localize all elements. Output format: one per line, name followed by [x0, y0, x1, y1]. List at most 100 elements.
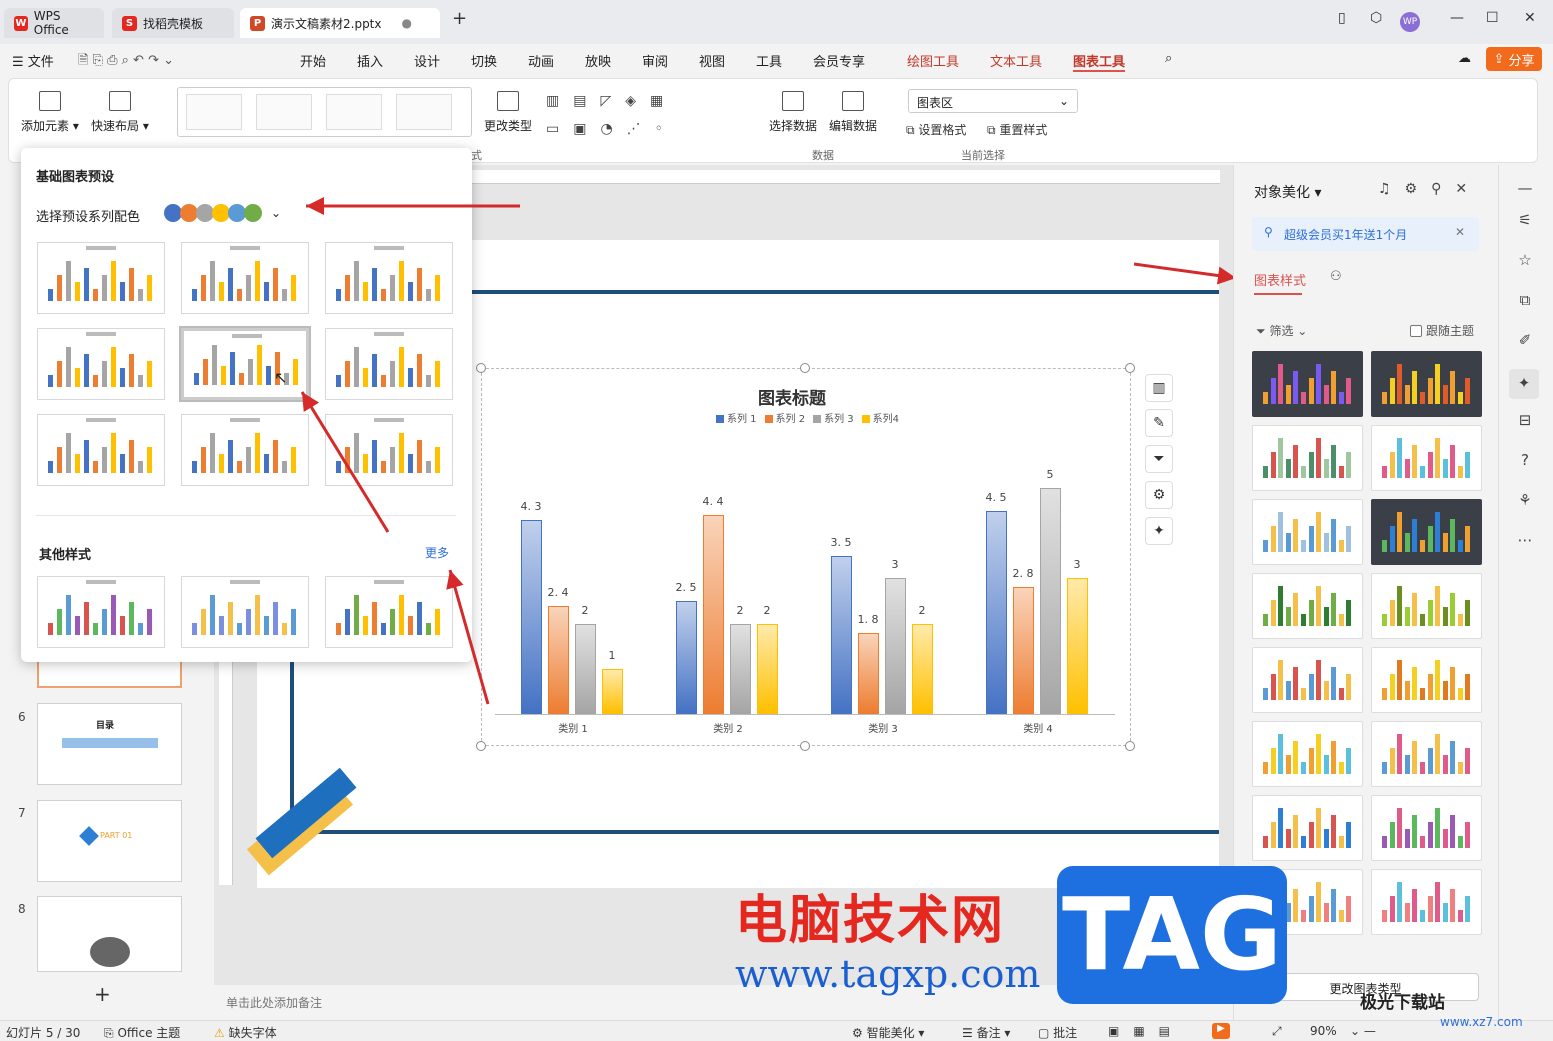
mini-bar — [1389, 822, 1395, 848]
chart-style-card[interactable] — [1371, 351, 1482, 417]
mini-bar — [1278, 586, 1284, 626]
collapse-icon[interactable]: — — [1515, 179, 1535, 199]
watermark-site-url: www.xz7.com — [1440, 1015, 1523, 1029]
mini-bar — [1278, 808, 1284, 848]
chart-style-card[interactable] — [1252, 499, 1363, 565]
close-icon[interactable]: ✕ — [1455, 225, 1465, 239]
chart-style-card[interactable] — [1252, 573, 1363, 639]
chart-style-card[interactable] — [1371, 573, 1482, 639]
mini-bar — [1465, 452, 1471, 478]
mini-bar — [1338, 688, 1344, 700]
mini-bar — [1435, 808, 1441, 848]
mini-bar — [1346, 452, 1352, 478]
mini-bar — [1397, 808, 1403, 848]
help-icon[interactable]: ? — [1515, 451, 1535, 471]
mini-bar — [1465, 600, 1471, 626]
mini-bar — [1412, 593, 1418, 626]
pane-title[interactable]: 对象美化 ▾ — [1254, 182, 1321, 202]
notes-placeholder[interactable]: 单击此处添加备注 — [226, 994, 322, 1011]
mini-bar — [1419, 762, 1425, 774]
mini-bar — [1450, 445, 1456, 478]
book-icon[interactable]: ⊟ — [1515, 411, 1535, 431]
mini-bar — [1270, 674, 1276, 700]
mini-bar — [1419, 910, 1425, 922]
mini-bar — [1331, 889, 1337, 922]
pane-header-icons[interactable]: ♫⚙⚲✕ — [1378, 181, 1481, 197]
notes-button[interactable]: ☰ 备注 ▾ — [962, 1024, 1010, 1041]
brush-icon[interactable]: ✐ — [1515, 331, 1535, 351]
missing-font-indicator[interactable]: ⚠ 缺失字体 — [214, 1024, 277, 1041]
mini-bar — [1404, 459, 1410, 478]
star-icon[interactable]: ☆ — [1515, 251, 1535, 271]
chart-style-card[interactable] — [1371, 869, 1482, 935]
chart-style-card[interactable] — [1371, 721, 1482, 787]
mini-bar — [1382, 540, 1387, 552]
chart-style-card[interactable] — [1252, 795, 1363, 861]
mini-bar — [1300, 762, 1306, 774]
filter-button[interactable]: ⏷ 筛选 ⌄ — [1256, 322, 1307, 339]
chart-style-card[interactable] — [1252, 351, 1363, 417]
mini-bar — [1457, 540, 1463, 552]
arrow-to-chart-style-tab — [1133, 262, 1237, 285]
member-promo-banner[interactable]: ⚲ 超级会员买1年送1个月 ✕ — [1252, 217, 1479, 251]
chart-style-card[interactable] — [1371, 425, 1482, 491]
watermark-tag-logo: TAG — [1057, 866, 1287, 1004]
mini-bar — [1338, 540, 1344, 552]
warning-icon: ⚠ — [214, 1026, 225, 1040]
chart-style-card[interactable] — [1252, 721, 1363, 787]
view-mode-icons[interactable]: ▣▦▤ — [1108, 1024, 1184, 1038]
adjust-icon[interactable]: ⚟ — [1515, 211, 1535, 231]
mini-bar — [1382, 688, 1387, 700]
mini-bar — [1331, 371, 1337, 404]
filter-icon: ⏷ — [1256, 324, 1266, 338]
mini-bar — [1270, 526, 1276, 552]
watermark-url: www.tagxp.com — [735, 952, 1041, 996]
mini-bar — [1419, 614, 1425, 626]
mini-bar — [1338, 392, 1344, 404]
mini-bar — [1308, 896, 1314, 922]
mini-bar — [1285, 829, 1291, 848]
active-tab-indicator — [1254, 293, 1302, 295]
mini-bar — [1457, 836, 1463, 848]
theme-indicator[interactable]: ⎘ Office 主题 — [104, 1024, 180, 1041]
mini-bar — [1263, 836, 1268, 848]
mini-bar — [1270, 452, 1276, 478]
chart-style-card[interactable] — [1371, 795, 1482, 861]
mini-bar — [1435, 660, 1441, 700]
theme-icon: ⎘ — [104, 1026, 114, 1040]
chart-style-card[interactable] — [1252, 425, 1363, 491]
mini-bar — [1338, 910, 1344, 922]
mini-bar — [1382, 466, 1387, 478]
mini-bar — [1404, 681, 1410, 700]
follow-theme-checkbox[interactable]: 跟随主题 — [1410, 322, 1474, 339]
mini-bar — [1465, 526, 1471, 552]
mini-bar — [1457, 910, 1463, 922]
chart-style-card[interactable] — [1252, 647, 1363, 713]
smart-beautify-button[interactable]: ⚙ 智能美化 ▾ — [852, 1024, 924, 1041]
mini-bar — [1263, 392, 1268, 404]
gift-icon[interactable]: ⚘ — [1515, 491, 1535, 511]
copy-icon[interactable]: ⧉ — [1515, 291, 1535, 311]
mini-bar — [1323, 533, 1329, 552]
mini-bar — [1316, 660, 1322, 700]
mini-bar — [1435, 438, 1441, 478]
play-icon[interactable]: ▶ — [1212, 1023, 1230, 1039]
person-icon[interactable]: ⚇ — [1330, 269, 1342, 284]
mini-bar — [1346, 674, 1352, 700]
mini-bar — [1323, 903, 1329, 922]
chart-style-card[interactable] — [1371, 647, 1482, 713]
mini-bar — [1442, 829, 1448, 848]
zoom-out-icon[interactable]: ⌄ — — [1350, 1024, 1376, 1038]
beautify-icon[interactable]: ✦ — [1509, 369, 1539, 399]
more-icon[interactable]: ⋯ — [1515, 531, 1535, 551]
mini-bar — [1404, 533, 1410, 552]
chart-style-card[interactable] — [1371, 499, 1482, 565]
mini-bar — [1404, 385, 1410, 404]
zoom-level[interactable]: 90% — [1310, 1024, 1337, 1038]
mini-bar — [1389, 378, 1395, 404]
fit-window-icon[interactable]: ⤢ — [1272, 1024, 1282, 1039]
mini-bar — [1293, 741, 1299, 774]
tab-chart-style[interactable]: 图表样式 — [1254, 270, 1306, 289]
mini-bar — [1389, 452, 1395, 478]
comments-button[interactable]: ▢ 批注 — [1038, 1024, 1077, 1041]
